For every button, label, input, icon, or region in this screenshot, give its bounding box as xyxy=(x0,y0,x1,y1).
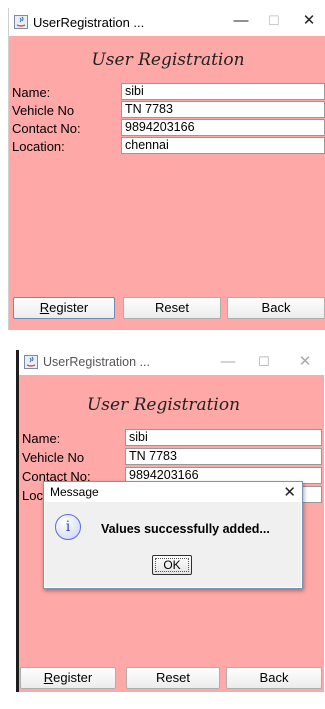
minimize-button[interactable]: — xyxy=(215,352,241,372)
title-bar[interactable]: UserRegistration ... — ☐ ✕ xyxy=(19,350,324,375)
location-field[interactable]: chennai xyxy=(121,137,325,154)
name-label: Name: xyxy=(22,431,61,446)
ok-focus-ring xyxy=(155,558,189,572)
ok-button[interactable]: OK xyxy=(152,555,192,575)
window-title: UserRegistration ... xyxy=(33,15,145,30)
message-dialog: Message ✕ i Values successfully added...… xyxy=(43,481,303,589)
name-field[interactable]: sibi xyxy=(125,429,322,446)
title-bar[interactable]: UserRegistration ... — ☐ ✕ xyxy=(9,8,325,36)
dialog-title: Message xyxy=(50,485,99,499)
back-button[interactable]: Back xyxy=(227,297,325,319)
vehicle-no-label: Vehicle No xyxy=(22,450,85,465)
register-button[interactable]: Register xyxy=(13,297,115,319)
close-button[interactable]: ✕ xyxy=(296,11,322,31)
contact-no-label: Contact No: xyxy=(12,121,81,136)
name-label: Name: xyxy=(12,85,51,100)
register-label: egister xyxy=(53,670,93,685)
register-button[interactable]: Register xyxy=(20,667,116,689)
vehicle-no-label: Vehicle No xyxy=(12,103,75,118)
name-field[interactable]: sibi xyxy=(121,83,325,100)
close-button[interactable]: ✕ xyxy=(292,352,318,372)
info-icon: i xyxy=(55,514,81,540)
java-app-icon xyxy=(14,15,28,29)
back-button[interactable]: Back xyxy=(226,667,322,689)
form-heading: User Registration xyxy=(86,395,241,415)
reset-button[interactable]: Reset xyxy=(126,667,220,689)
dialog-message: Values successfully added... xyxy=(101,522,270,536)
maximize-button[interactable]: ☐ xyxy=(251,352,277,372)
vehicle-no-field[interactable]: TN 7783 xyxy=(125,448,322,465)
maximize-button[interactable]: ☐ xyxy=(261,11,287,31)
window-title: UserRegistration ... xyxy=(43,355,150,369)
vehicle-no-field[interactable]: TN 7783 xyxy=(121,101,325,118)
register-mnemonic: R xyxy=(39,300,50,315)
minimize-button[interactable]: — xyxy=(228,11,254,31)
form-heading: User Registration xyxy=(91,50,245,70)
register-label: egister xyxy=(49,300,89,315)
user-registration-window: UserRegistration ... — ☐ ✕ User Registra… xyxy=(8,8,325,330)
register-mnemonic: R xyxy=(43,670,54,685)
dialog-close-button[interactable]: ✕ xyxy=(283,483,296,501)
java-app-icon xyxy=(24,355,38,369)
location-label: Location: xyxy=(12,139,65,154)
reset-button[interactable]: Reset xyxy=(123,297,221,319)
dialog-body: i Values successfully added... OK xyxy=(45,502,301,587)
contact-no-field[interactable]: 9894203166 xyxy=(121,119,325,136)
